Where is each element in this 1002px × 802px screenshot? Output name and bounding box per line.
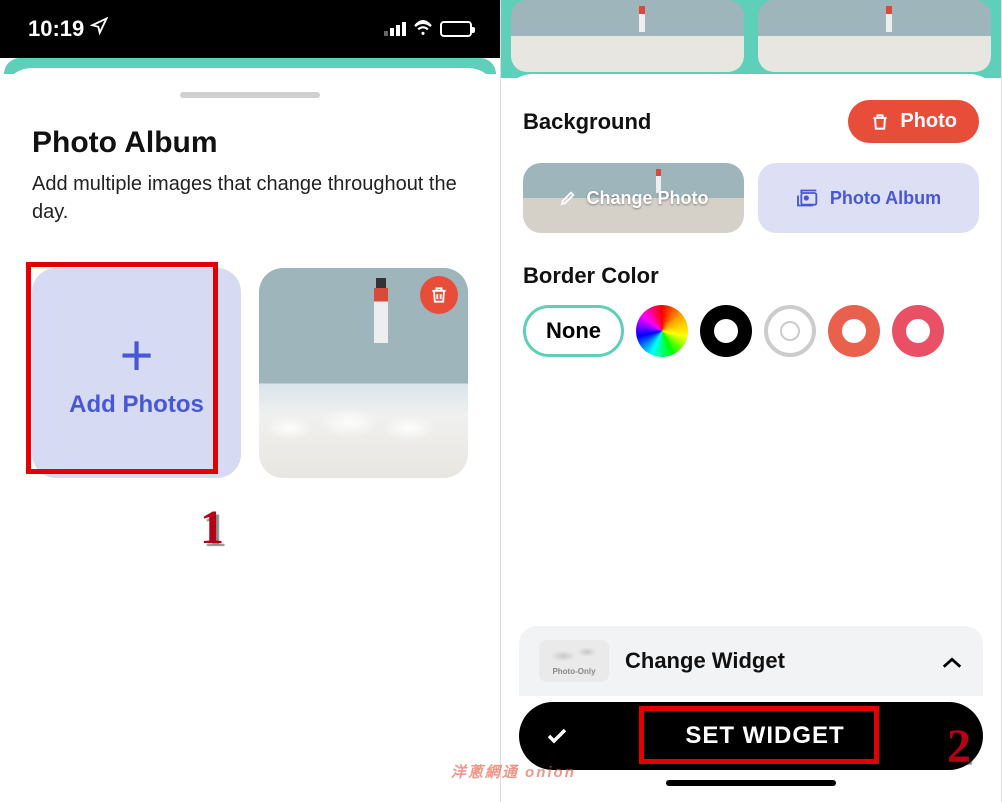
change-widget-row[interactable]: Photo-Only Change Widget xyxy=(519,626,983,696)
check-icon xyxy=(543,722,571,750)
signal-icon xyxy=(384,22,406,36)
annotation-number-2: 2 xyxy=(947,719,971,774)
trash-icon xyxy=(429,284,449,306)
preview-thumb[interactable] xyxy=(511,0,744,72)
photo-album-label: Photo Album xyxy=(830,188,941,209)
photo-pill-label: Photo xyxy=(900,110,957,133)
delete-photo-pill[interactable]: Photo xyxy=(848,100,979,143)
sheet-title: Photo Album xyxy=(32,126,468,160)
change-widget-label: Change Widget xyxy=(625,648,925,674)
status-icons xyxy=(384,19,472,40)
preview-thumb[interactable] xyxy=(758,0,991,72)
right-screenshot: Background Photo Change Photo Photo Albu… xyxy=(501,0,1002,802)
settings-sheet: Background Photo Change Photo Photo Albu… xyxy=(501,74,1001,798)
photo-album-sheet: Photo Album Add multiple images that cha… xyxy=(2,68,498,800)
add-photos-label: Add Photos xyxy=(69,391,204,419)
watermark: 洋蔥網通 onion xyxy=(451,761,576,782)
location-icon xyxy=(90,17,108,41)
status-time: 10:19 xyxy=(28,16,84,42)
border-color-row: None xyxy=(523,305,979,357)
border-color-pink[interactable] xyxy=(892,305,944,357)
wifi-icon xyxy=(413,19,433,40)
sheet-subtitle: Add multiple images that change througho… xyxy=(32,170,468,226)
widget-preview-strip xyxy=(501,0,1001,78)
border-color-white[interactable] xyxy=(764,305,816,357)
trash-icon xyxy=(870,111,890,133)
delete-photo-button[interactable] xyxy=(420,276,458,314)
left-screenshot: 10:19 Photo Album Add multiple images th… xyxy=(0,0,501,802)
add-photos-button[interactable]: + Add Photos xyxy=(32,268,241,478)
photo-thumbnail[interactable] xyxy=(259,268,468,478)
lighthouse-graphic xyxy=(374,288,388,343)
bottom-controls: Photo-Only Change Widget SET WIDGET xyxy=(501,626,1001,798)
status-bar: 10:19 xyxy=(0,0,500,58)
border-color-rainbow[interactable] xyxy=(636,305,688,357)
chevron-up-icon xyxy=(941,646,963,677)
border-color-coral[interactable] xyxy=(828,305,880,357)
set-widget-button[interactable]: SET WIDGET xyxy=(519,702,983,770)
album-icon xyxy=(796,188,820,208)
change-photo-button[interactable]: Change Photo xyxy=(523,163,744,233)
set-widget-label: SET WIDGET xyxy=(571,722,959,750)
pencil-icon xyxy=(559,189,577,207)
annotation-number-1: 1 xyxy=(200,500,224,555)
plus-icon: + xyxy=(120,327,154,385)
border-none-option[interactable]: None xyxy=(523,305,624,357)
battery-icon xyxy=(440,21,472,37)
border-color-title: Border Color xyxy=(523,263,979,289)
drag-handle[interactable] xyxy=(180,92,320,98)
border-color-black[interactable] xyxy=(700,305,752,357)
background-section-title: Background xyxy=(523,109,651,135)
photo-grid: + Add Photos xyxy=(32,268,468,478)
photo-album-button[interactable]: Photo Album xyxy=(758,163,979,233)
widget-type-thumb: Photo-Only xyxy=(539,640,609,682)
wave-graphic xyxy=(259,378,468,448)
home-indicator[interactable] xyxy=(666,780,836,786)
change-photo-label: Change Photo xyxy=(587,188,709,209)
